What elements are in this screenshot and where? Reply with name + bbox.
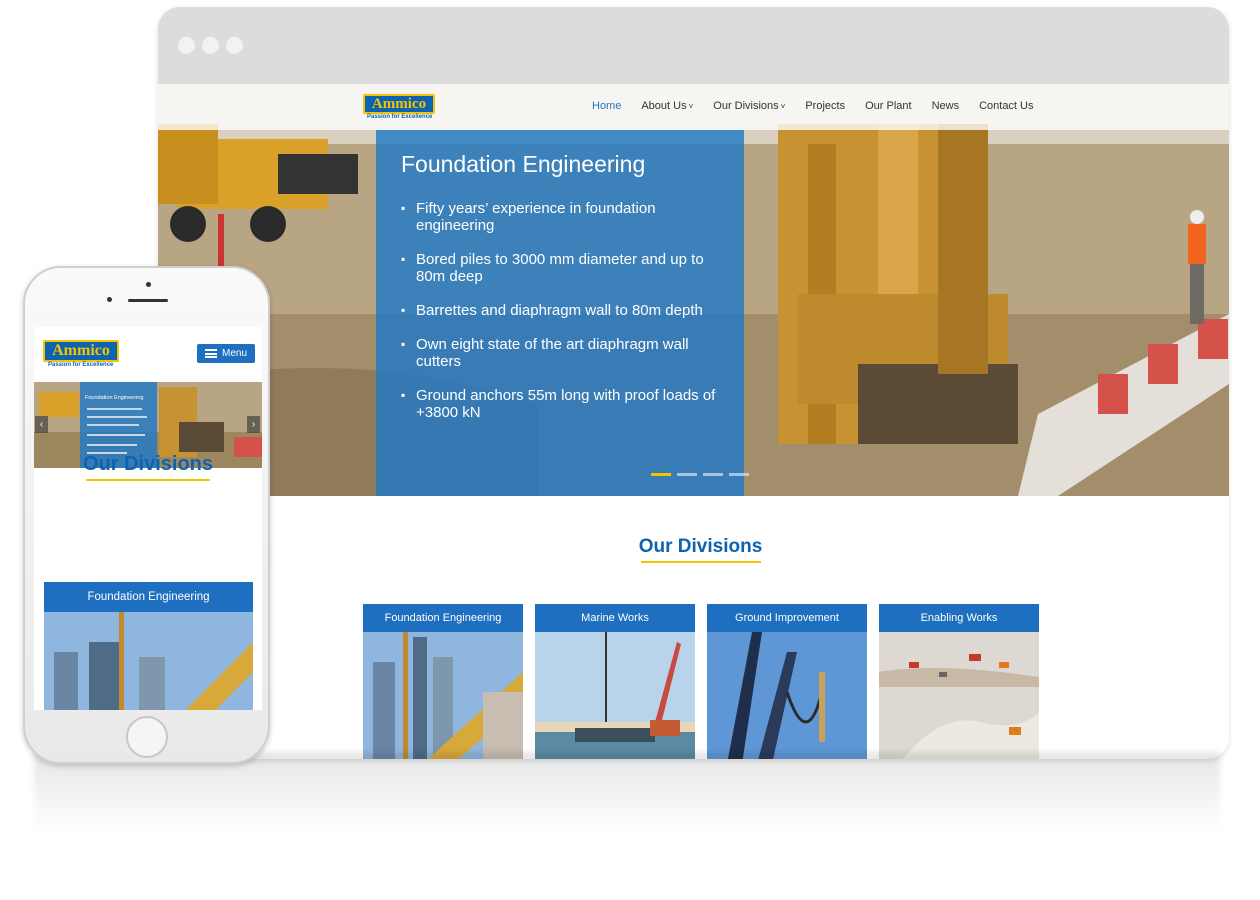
- nav-item-label: Projects: [805, 100, 846, 112]
- mockup-floor-shadow: [34, 752, 1220, 832]
- mobile-hero-bullet: [87, 424, 139, 426]
- desktop-viewport: Ammico Passion for Excellence Home About …: [158, 84, 1229, 759]
- hero-slider: Ammico Passion for Excellence Home About …: [158, 84, 1229, 496]
- mobile-hero-bullet: [87, 444, 137, 446]
- main-nav: Home About Us ˅ Our Divisions ˅ Projects Our P…: [592, 100, 1034, 112]
- nav-item-news[interactable]: News: [932, 100, 960, 112]
- mobile-hero-title: Foundation Engineering: [85, 395, 144, 401]
- marine-works-image: [535, 632, 695, 759]
- slider-dot-1[interactable]: [651, 473, 671, 476]
- divisions-heading-underline: [641, 561, 761, 563]
- site-logo[interactable]: Ammico: [363, 94, 435, 114]
- hamburger-icon: [205, 349, 217, 358]
- window-close-dot[interactable]: [178, 37, 195, 54]
- hero-bullet: Bored piles to 3000 mm diameter and up t…: [401, 251, 721, 285]
- nav-item-about-us[interactable]: About Us ˅: [641, 100, 693, 112]
- nav-item-label: Contact Us: [979, 100, 1034, 112]
- hero-caption-panel: Foundation Engineering Fifty years’ expe…: [376, 130, 744, 496]
- hero-bullet: Ground anchors 55m long with proof loads…: [401, 387, 721, 421]
- phone-camera: [146, 282, 151, 287]
- divisions-heading: Our Divisions: [638, 536, 763, 557]
- hero-bullet-list: Fifty years’ experience in foundation en…: [401, 200, 721, 438]
- division-card-ground[interactable]: Ground Improvement: [707, 604, 867, 759]
- phone-home-button[interactable]: [126, 716, 168, 758]
- phone-mockup: Ammico Passion for Excellence Menu Found…: [23, 266, 270, 764]
- mobile-hero-bullet: [87, 416, 147, 418]
- nav-item-projects[interactable]: Projects: [805, 100, 845, 112]
- division-card-label: Enabling Works: [879, 604, 1039, 632]
- ground-improvement-image: [707, 632, 867, 759]
- slider-dot-4[interactable]: [729, 473, 749, 476]
- desktop-browser-mockup: Ammico Passion for Excellence Home About …: [158, 7, 1229, 759]
- hero-title: Foundation Engineering: [401, 151, 646, 177]
- mobile-site-logo[interactable]: Ammico: [43, 340, 119, 362]
- division-card-foundation[interactable]: Foundation Engineering: [363, 604, 523, 759]
- mobile-menu-label: Menu: [222, 348, 248, 359]
- mobile-hero-bullet: [87, 408, 142, 410]
- foundation-engineering-image: [44, 612, 253, 710]
- slider-dot-2[interactable]: [677, 473, 697, 476]
- chevron-down-icon: ˅: [780, 102, 786, 111]
- nav-item-our-divisions[interactable]: Our Divisions ˅: [713, 100, 785, 112]
- logo-tagline: Passion for Excellence: [367, 114, 433, 120]
- nav-item-home[interactable]: Home: [592, 100, 621, 112]
- hero-bullet: Fifty years’ experience in foundation en…: [401, 200, 721, 234]
- logo-wordmark: Ammico: [52, 342, 110, 359]
- division-card-label: Ground Improvement: [707, 604, 867, 632]
- nav-item-our-plant[interactable]: Our Plant: [865, 100, 911, 112]
- window-minimize-dot[interactable]: [202, 37, 219, 54]
- chevron-down-icon: ˅: [688, 102, 694, 111]
- logo-wordmark: Ammico: [371, 96, 427, 112]
- hero-bullet: Own eight state of the art diaphragm wal…: [401, 336, 721, 370]
- enabling-works-image: [879, 632, 1039, 759]
- slider-prev-arrow-icon[interactable]: ‹: [35, 416, 48, 433]
- slider-pagination: [651, 473, 749, 476]
- mobile-divisions-heading: Our Divisions: [82, 453, 214, 475]
- nav-item-label: Our Plant: [865, 100, 912, 112]
- hero-bullet: Barrettes and diaphragm wall to 80m dept…: [401, 302, 721, 319]
- division-card-label: Marine Works: [535, 604, 695, 632]
- nav-item-label: News: [931, 100, 960, 112]
- mobile-hero-bullet: [87, 434, 145, 436]
- nav-item-label: Our Divisions: [713, 100, 779, 112]
- logo-tagline: Passion for Excellence: [48, 362, 114, 368]
- division-card-enabling[interactable]: Enabling Works: [879, 604, 1039, 759]
- phone-speaker: [128, 299, 168, 302]
- slider-next-arrow-icon[interactable]: ›: [247, 416, 260, 433]
- top-navbar: Ammico Passion for Excellence Home About …: [158, 84, 1229, 130]
- foundation-engineering-image: [363, 632, 523, 759]
- nav-item-label: About Us: [641, 100, 687, 112]
- phone-sensor: [107, 297, 112, 302]
- division-card-marine[interactable]: Marine Works: [535, 604, 695, 759]
- division-card-label: Foundation Engineering: [44, 582, 253, 612]
- mobile-menu-button[interactable]: Menu: [197, 344, 255, 363]
- nav-item-contact-us[interactable]: Contact Us: [979, 100, 1033, 112]
- mobile-divisions-underline: [86, 479, 210, 481]
- browser-titlebar: [158, 7, 1229, 84]
- mobile-division-card-foundation[interactable]: Foundation Engineering: [44, 582, 253, 710]
- phone-screen: Ammico Passion for Excellence Menu Found…: [34, 327, 262, 710]
- divisions-card-row: Foundation Engineering Marine Works Grou…: [363, 604, 1039, 759]
- window-maximize-dot[interactable]: [226, 37, 243, 54]
- nav-item-label: Home: [592, 100, 622, 112]
- division-card-label: Foundation Engineering: [363, 604, 523, 632]
- slider-dot-3[interactable]: [703, 473, 723, 476]
